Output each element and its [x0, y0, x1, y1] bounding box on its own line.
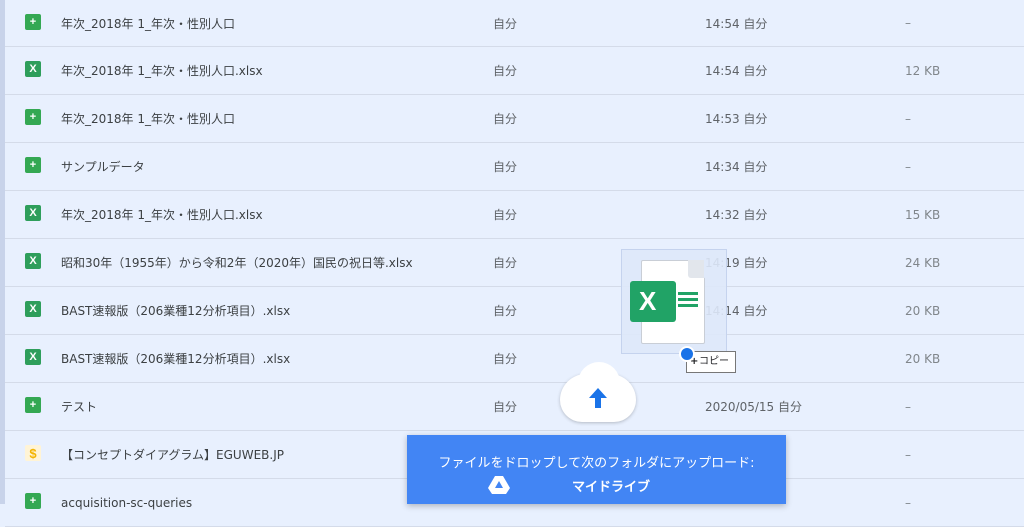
google-drive-icon [488, 476, 510, 494]
file-last-modified: 14:53 自分 [705, 112, 768, 126]
file-name: BAST速報版（206業種12分析項目）.xlsx [61, 352, 291, 366]
copy-label: コピー [699, 356, 729, 367]
upload-drop-banner[interactable]: ファイルをドロップして次のフォルダにアップロード: マイドライブ [407, 435, 786, 504]
google-sheets-icon: + [25, 14, 41, 30]
google-sheets-icon: + [25, 109, 41, 125]
file-size: – [905, 447, 911, 462]
file-name: 年次_2018年 1_年次・性別人口.xlsx [61, 208, 263, 222]
file-last-modified: 14:32 自分 [705, 208, 768, 222]
file-size: – [905, 399, 911, 414]
up-arrow-icon [589, 388, 607, 408]
file-size: – [905, 495, 911, 510]
file-owner: 自分 [493, 64, 518, 78]
spreadsheet-grid-icon [678, 292, 698, 312]
google-sheets-icon: + [25, 397, 41, 413]
file-name: BAST速報版（206業種12分析項目）.xlsx [61, 304, 291, 318]
excel-file-icon: X [25, 205, 41, 221]
file-name: 【コンセプトダイアグラム】EGUWEB.JP [61, 448, 284, 462]
file-name: 年次_2018年 1_年次・性別人口.xlsx [61, 64, 263, 78]
excel-file-icon: X [25, 349, 41, 365]
google-sheets-icon: + [25, 493, 41, 509]
file-size: 24 KB [905, 255, 941, 270]
file-row[interactable]: XBAST速報版（206業種12分析項目）.xlsx自分自分20 KB [5, 335, 1024, 383]
drag-cursor-icon [679, 346, 695, 362]
file-row[interactable]: X BAST速報版（206業種12分析項目）.xlsx 自分 14:14 自分 20 K… [5, 287, 1024, 335]
file-last-modified: 14:54 自分 [705, 64, 768, 78]
file-size: – [905, 16, 911, 30]
file-owner: 自分 [493, 304, 518, 318]
file-row[interactable]: + サンプルデータ 自分 14:34 自分 – [5, 143, 1024, 191]
file-name: テスト [61, 400, 98, 414]
file-owner: 自分 [493, 400, 518, 414]
file-name: 年次_2018年 1_年次・性別人口 [61, 112, 235, 126]
excel-file-icon: X [25, 253, 41, 269]
file-size: – [905, 111, 911, 126]
excel-file-icon: X [25, 61, 41, 77]
file-owner: 自分 [493, 208, 518, 222]
file-row[interactable]: X 年次_2018年 1_年次・性別人口.xlsx 自分 14:54 自分 12 KB [5, 47, 1024, 95]
file-size: 20 KB [905, 303, 941, 318]
file-name: 年次_2018年 1_年次・性別人口 [61, 16, 235, 31]
cloud-upload-icon [560, 362, 636, 422]
file-row[interactable]: + テスト 自分 2020/05/15 自分 – [5, 383, 1024, 431]
file-owner: 自分 [493, 352, 518, 366]
file-last-modified: 2020/05/15 自分 [705, 400, 802, 414]
file-row[interactable]: + 年次_2018年 1_年次・性別人口 自分 14:54 自分 – [5, 0, 1024, 47]
file-row[interactable]: + 年次_2018年 1_年次・性別人口 自分 14:53 自分 – [5, 95, 1024, 143]
file-last-modified: 14:54 自分 [705, 16, 768, 31]
drag-ghost-file: X [621, 249, 727, 354]
excel-file-icon: X [25, 301, 41, 317]
upload-message: ファイルをドロップして次のフォルダにアップロード: [438, 456, 755, 471]
file-name: 昭和30年（1955年）から令和2年（2020年）国民の祝日等.xlsx [61, 256, 413, 270]
google-slides-icon: $ [25, 445, 41, 461]
file-owner: 自分 [493, 16, 518, 31]
destination-folder: マイドライブ [572, 480, 651, 495]
destination-row: マイドライブ [407, 473, 786, 497]
file-owner: 自分 [493, 256, 518, 270]
file-row[interactable]: X 昭和30年（1955年）から令和2年（2020年）国民の祝日等.xlsx 自分 1… [5, 239, 1024, 287]
file-owner: 自分 [493, 160, 518, 174]
document-fold-corner [688, 260, 704, 278]
file-last-modified: 14:34 自分 [705, 160, 768, 174]
file-size: 20 KB [905, 351, 941, 366]
file-owner: 自分 [493, 112, 518, 126]
file-row[interactable]: X 年次_2018年 1_年次・性別人口.xlsx 自分 14:32 自分 15 KB [5, 191, 1024, 239]
file-name: acquisition-sc-queries [61, 495, 193, 510]
google-sheets-icon: + [25, 157, 41, 173]
file-name: サンプルデータ [61, 160, 145, 174]
excel-file-icon: X [630, 281, 676, 322]
file-size: – [905, 159, 911, 174]
file-size: 12 KB [905, 63, 941, 78]
file-size: 15 KB [905, 207, 941, 222]
